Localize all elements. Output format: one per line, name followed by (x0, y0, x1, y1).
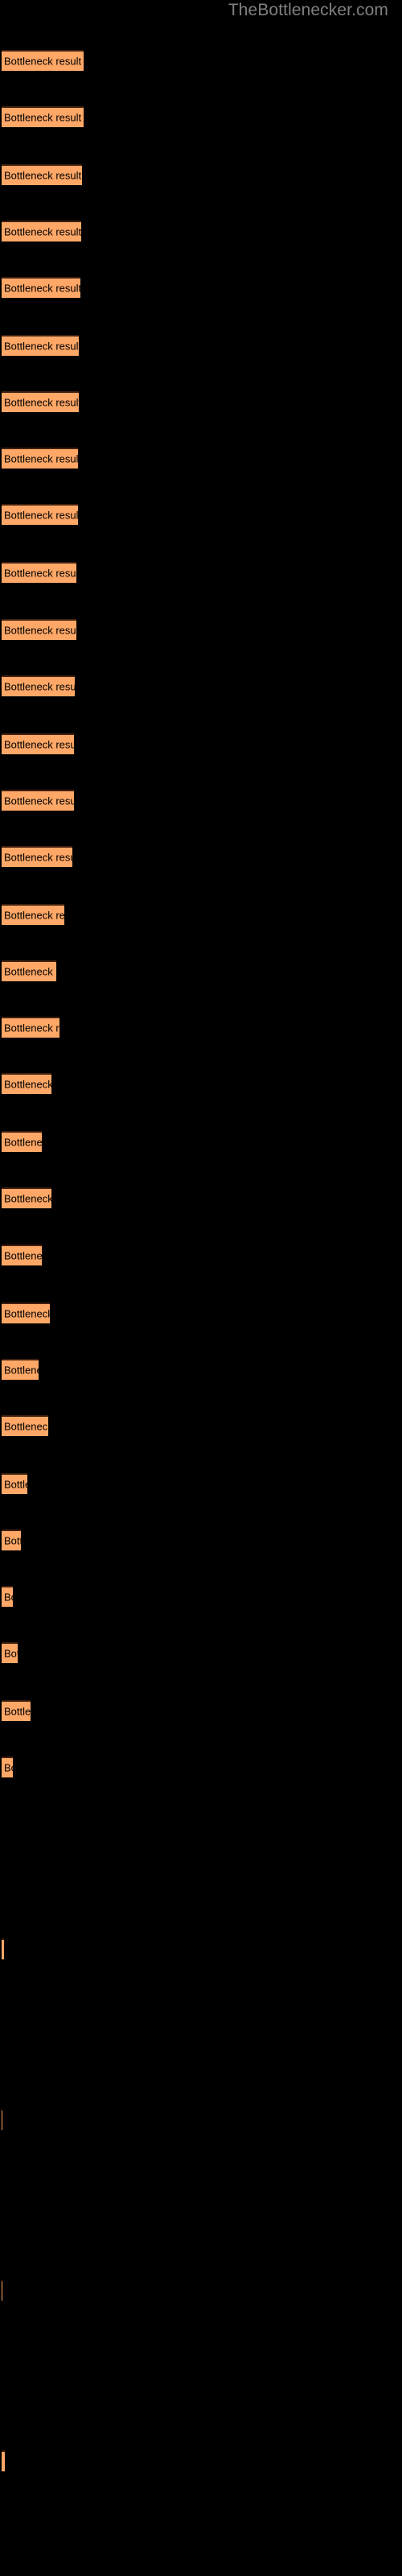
bottleneck-result-bar[interactable]: Bottleneck result (2, 675, 75, 696)
bottleneck-result-bar[interactable]: Bottleneck result (2, 2450, 5, 2471)
bar-label: Bottleneck result (4, 1420, 48, 1433)
bar-label: Bottleneck result (4, 1307, 50, 1320)
bottleneck-result-bar[interactable]: Bottleneck result (2, 733, 74, 754)
bar-label: Bottleneck result (4, 567, 76, 580)
bar-label: Bottleneck result (4, 1705, 31, 1718)
bar-label: Bottleneck result (4, 1534, 21, 1547)
bottleneck-result-bar[interactable]: Bottleneck result (2, 1642, 18, 1663)
bar-label: Bottleneck result (4, 624, 76, 637)
bottleneck-result-bar[interactable]: Bottleneck result (2, 1187, 51, 1208)
bar-label: Bottleneck result (4, 282, 80, 295)
bar-label: Bottleneck result (4, 1078, 51, 1091)
bar-label: Bottleneck result (4, 1192, 51, 1205)
bar-label: Bottleneck result (4, 2456, 5, 2468)
bottleneck-result-bar[interactable]: Bottleneck result (2, 1302, 50, 1323)
bar-label: Bottleneck result (4, 396, 79, 409)
bottleneck-result-bar[interactable]: Bottleneck result (2, 1938, 4, 1959)
bottleneck-result-bar[interactable]: Bottleneck result (2, 164, 82, 185)
bottleneck-result-bar[interactable]: Bottleneck result (2, 50, 84, 71)
bar-label: Bottleneck result (4, 169, 82, 182)
bottleneck-result-bar[interactable]: Bottleneck result (2, 1586, 13, 1607)
bottleneck-result-bar[interactable]: Bottleneck result (2, 1757, 13, 1777)
bar-label: Bottleneck result (4, 851, 72, 864)
bottleneck-result-bar[interactable]: Bottleneck result (2, 277, 80, 298)
bar-label: Bottleneck result (4, 795, 74, 807)
bottleneck-result-bar[interactable]: Bottleneck result (2, 1700, 31, 1721)
bar-label: Bottleneck result (4, 225, 81, 238)
bottleneck-result-bar[interactable]: Bottleneck result (2, 221, 81, 242)
bottleneck-result-bar[interactable]: Bottleneck result (2, 391, 79, 412)
bottleneck-result-bar[interactable]: Bottleneck result (2, 1530, 21, 1550)
bar-label: Bottleneck result (4, 738, 74, 751)
bottleneck-chart: TheBottlenecker.com Bottleneck result Bot… (0, 0, 402, 2576)
bottleneck-result-bar[interactable]: Bottleneck result (2, 335, 79, 356)
bottleneck-result-bar[interactable]: Bottleneck result (2, 619, 76, 640)
bar-series: Bottleneck result Bottleneck result Bottle… (0, 0, 402, 2576)
bottleneck-result-bar[interactable]: Bottleneck result (2, 1131, 42, 1152)
bar-label: Bottleneck result (4, 1591, 13, 1604)
bar-label: Bottleneck result (4, 1249, 42, 1262)
bottleneck-result-bar[interactable]: Bottleneck result (2, 448, 78, 469)
bar-label: Bottleneck result (4, 340, 79, 353)
bar-label: Bottleneck result (4, 1647, 18, 1660)
bottleneck-result-bar[interactable]: Bottleneck result (2, 562, 76, 583)
bar-label: Bottleneck result (4, 111, 82, 124)
bottleneck-result-bar[interactable]: Bottleneck result (2, 1245, 42, 1265)
bottleneck-result-bar[interactable]: Bottleneck result (2, 106, 84, 127)
bottleneck-result-bar[interactable]: Bottleneck result (2, 504, 78, 525)
bar-label: Bottleneck result (4, 452, 78, 465)
bottleneck-result-bar[interactable]: Bottleneck result (2, 1073, 51, 1094)
bar-label: Bottleneck result (4, 680, 75, 693)
bar-label: Bottleneck result (4, 1136, 42, 1149)
bar-label: Bottleneck result (4, 965, 56, 978)
bottleneck-result-bar[interactable]: Bottleneck result (2, 790, 74, 811)
bar-label: Bottleneck result (4, 1364, 39, 1377)
bottleneck-result-bar[interactable]: Bottleneck result (2, 960, 56, 981)
bottleneck-result-bar[interactable]: Bottleneck result (2, 1017, 59, 1038)
bar-label: Bottleneck result (4, 55, 82, 68)
bar-label: Bottleneck result (4, 909, 64, 922)
bottleneck-result-bar[interactable]: Bottleneck result (2, 1359, 39, 1380)
bar-label: Bottleneck result (4, 1761, 13, 1774)
bar-label: Bottleneck result (4, 509, 78, 522)
bottleneck-result-bar[interactable]: Bottleneck result (2, 904, 64, 925)
bottleneck-result-bar[interactable]: Bottleneck result (2, 1415, 48, 1436)
bar-label: Bottleneck result (4, 1022, 59, 1034)
bottleneck-result-bar[interactable]: Bottleneck result (2, 1473, 27, 1494)
bottleneck-result-bar[interactable]: Bottleneck result (2, 846, 72, 867)
bar-label: Bottleneck result (4, 1478, 27, 1491)
